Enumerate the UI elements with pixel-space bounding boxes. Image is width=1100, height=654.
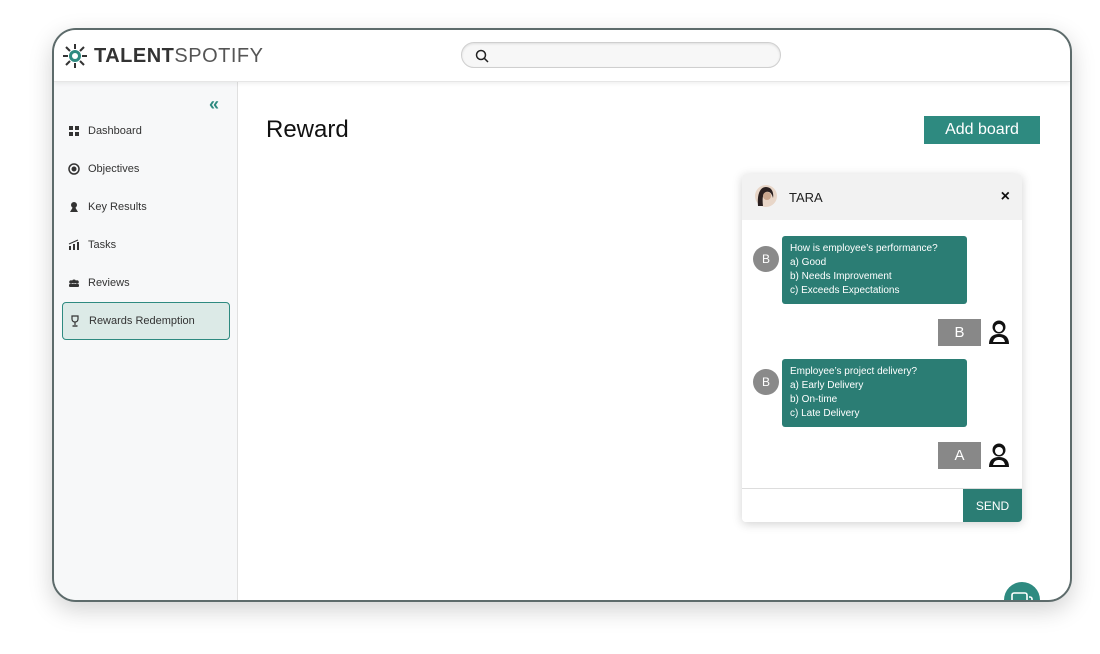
bot-avatar: B	[753, 369, 779, 395]
chat-message-input[interactable]	[742, 489, 963, 522]
sidebar: « Dashboard Objectives Key Results Tasks…	[54, 82, 238, 600]
target-icon	[68, 163, 80, 175]
chat-agent-name: TARA	[789, 190, 823, 205]
tasks-icon	[68, 239, 79, 250]
sidebar-item-label: Key Results	[88, 201, 147, 213]
chat-message-bubble: How is employee’s performance? a) Good b…	[782, 236, 967, 304]
send-button[interactable]: SEND	[963, 489, 1022, 522]
chat-footer: SEND	[742, 488, 1022, 522]
message-line: c) Exceeds Expectations	[790, 285, 900, 296]
message-line: c) Late Delivery	[790, 408, 860, 419]
sidebar-item-objectives[interactable]: Objectives	[62, 150, 230, 188]
sidebar-item-label: Objectives	[88, 163, 140, 175]
trophy-icon	[71, 315, 79, 327]
sidebar-item-label: Tasks	[88, 239, 117, 251]
logo-text-bold: TALENT	[94, 44, 175, 67]
add-board-button[interactable]: Add board	[924, 116, 1040, 144]
sidebar-item-label: Reviews	[88, 277, 130, 289]
chat-window: TARA × B How is employee’s performance? …	[742, 174, 1022, 522]
bot-avatar: B	[753, 246, 779, 272]
chat-launcher-button[interactable]	[1004, 582, 1040, 600]
sidebar-item-reviews[interactable]: Reviews	[62, 264, 230, 302]
sidebar-item-rewards-redemption[interactable]: Rewards Redemption	[62, 302, 230, 340]
message-line: a) Good	[790, 257, 827, 268]
key-results-icon	[70, 202, 78, 212]
app-window: TALENTSPOTIFY « Dashboard Objectives Key…	[52, 28, 1072, 602]
logo: TALENTSPOTIFY	[62, 42, 263, 70]
agent-avatar	[755, 185, 777, 207]
grid-icon	[69, 126, 79, 136]
search-input[interactable]	[496, 47, 766, 65]
search-bar[interactable]	[461, 42, 781, 68]
sidebar-item-label: Dashboard	[88, 125, 142, 137]
message-line: Employee’s project delivery?	[790, 366, 918, 377]
logo-text: TALENTSPOTIFY	[94, 45, 263, 68]
message-line: b) Needs Improvement	[790, 271, 892, 282]
user-icon	[989, 320, 1009, 344]
chat-message-bubble: Employee’s project delivery? a) Early De…	[782, 359, 967, 427]
sidebar-item-key-results[interactable]: Key Results	[62, 188, 230, 226]
main-content: Reward Add board TARA × B How is employe…	[238, 82, 1070, 600]
top-bar: TALENTSPOTIFY	[54, 30, 1070, 82]
chat-header: TARA ×	[742, 174, 1022, 220]
logo-icon	[63, 44, 87, 68]
search-icon	[475, 49, 489, 63]
chat-bubbles-icon	[1011, 592, 1033, 600]
reviews-icon	[69, 279, 79, 287]
user-answer: A	[938, 442, 981, 469]
message-line: How is employee’s performance?	[790, 243, 938, 254]
sidebar-item-tasks[interactable]: Tasks	[62, 226, 230, 264]
message-line: a) Early Delivery	[790, 380, 864, 391]
user-icon	[989, 443, 1009, 467]
close-icon[interactable]: ×	[1001, 188, 1010, 206]
logo-text-light: SPOTIFY	[174, 44, 264, 67]
sidebar-item-dashboard[interactable]: Dashboard	[62, 112, 230, 150]
message-line: b) On-time	[790, 394, 838, 405]
page-title: Reward	[266, 116, 349, 143]
sidebar-item-label: Rewards Redemption	[89, 315, 195, 327]
user-answer: B	[938, 319, 981, 346]
